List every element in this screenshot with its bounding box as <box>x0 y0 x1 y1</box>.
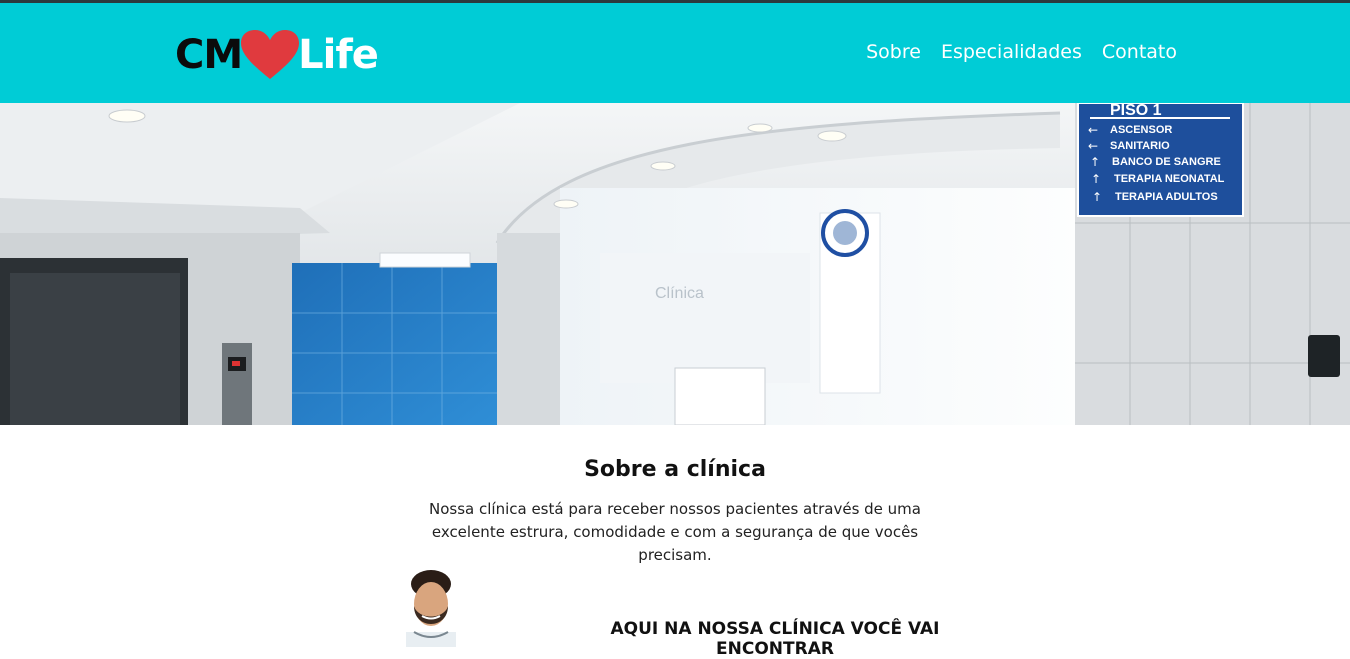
hero-banner: Clínica PISO 1 ASCENSOR SANITARIO BANCO … <box>0 103 1350 425</box>
sign-item-sanitario: SANITARIO <box>1110 140 1170 152</box>
about-title: Sobre a clínica <box>584 457 766 482</box>
services-heading: AQUI NA NOSSA CLÍNICA VOCÊ VAI ENCONTRAR <box>610 619 940 659</box>
sign-item-neonatal: TERAPIA NEONATAL <box>1114 173 1225 185</box>
hero-image: Clínica PISO 1 ASCENSOR SANITARIO BANCO … <box>0 103 1350 425</box>
main-nav: Sobre Especialidades Contato <box>866 41 1177 63</box>
nav-link-contato[interactable]: Contato <box>1102 41 1177 63</box>
sign-item-adultos: TERAPIA ADULTOS <box>1115 191 1218 203</box>
logo-text-cm: CM <box>175 32 243 78</box>
about-section: Sobre a clínica Nossa clínica está para … <box>0 425 1350 659</box>
arrow-left-icon: ← <box>1088 123 1098 137</box>
logo-text-life: Life <box>298 32 379 78</box>
site-header: CM Life Sobre Especialidades Contato <box>0 3 1350 103</box>
doctor-photo <box>400 570 462 647</box>
logo[interactable]: CM Life <box>175 27 379 83</box>
glass-text: Clínica <box>655 285 704 302</box>
arrow-left-icon: ← <box>1088 139 1098 153</box>
sign-item-ascensor: ASCENSOR <box>1110 124 1172 136</box>
arrow-up-icon: ↑ <box>1091 172 1101 186</box>
nav-link-especialidades[interactable]: Especialidades <box>941 41 1082 63</box>
arrow-up-icon: ↑ <box>1090 155 1100 169</box>
directory-sign: PISO 1 ASCENSOR SANITARIO BANCO DE SANGR… <box>1077 103 1244 217</box>
sign-item-banco: BANCO DE SANGRE <box>1112 156 1221 168</box>
arrow-up-icon: ↑ <box>1092 190 1102 204</box>
nav-link-sobre[interactable]: Sobre <box>866 41 921 63</box>
heart-icon <box>241 30 300 79</box>
about-text: Nossa clínica está para receber nossos p… <box>429 500 921 564</box>
sign-title: PISO 1 <box>1110 103 1162 119</box>
